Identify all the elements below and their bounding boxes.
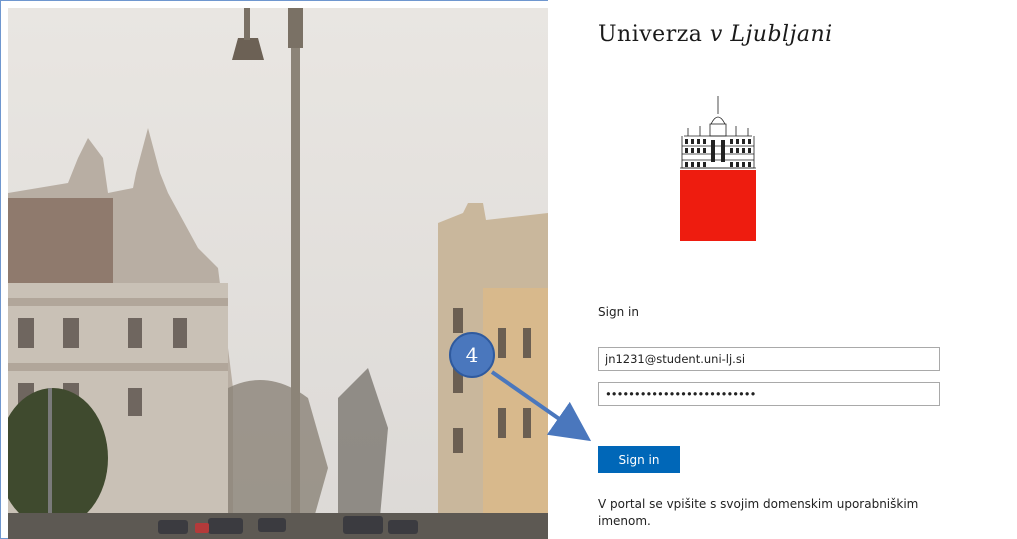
university-brand: Univerza v Ljubljani — [598, 22, 833, 47]
step-number-badge: 4 — [449, 332, 495, 378]
university-logo — [680, 96, 756, 241]
signin-panel: Univerza v Ljubljani Sign in Sign in V p… — [548, 0, 1017, 539]
background-photo — [8, 8, 548, 539]
email-field[interactable] — [598, 347, 940, 371]
signin-heading: Sign in — [598, 305, 639, 319]
password-field[interactable] — [598, 382, 940, 406]
login-instruction-note: V portal se vpišite s svojim domenskim u… — [598, 497, 919, 528]
sign-in-button[interactable]: Sign in — [598, 446, 680, 473]
